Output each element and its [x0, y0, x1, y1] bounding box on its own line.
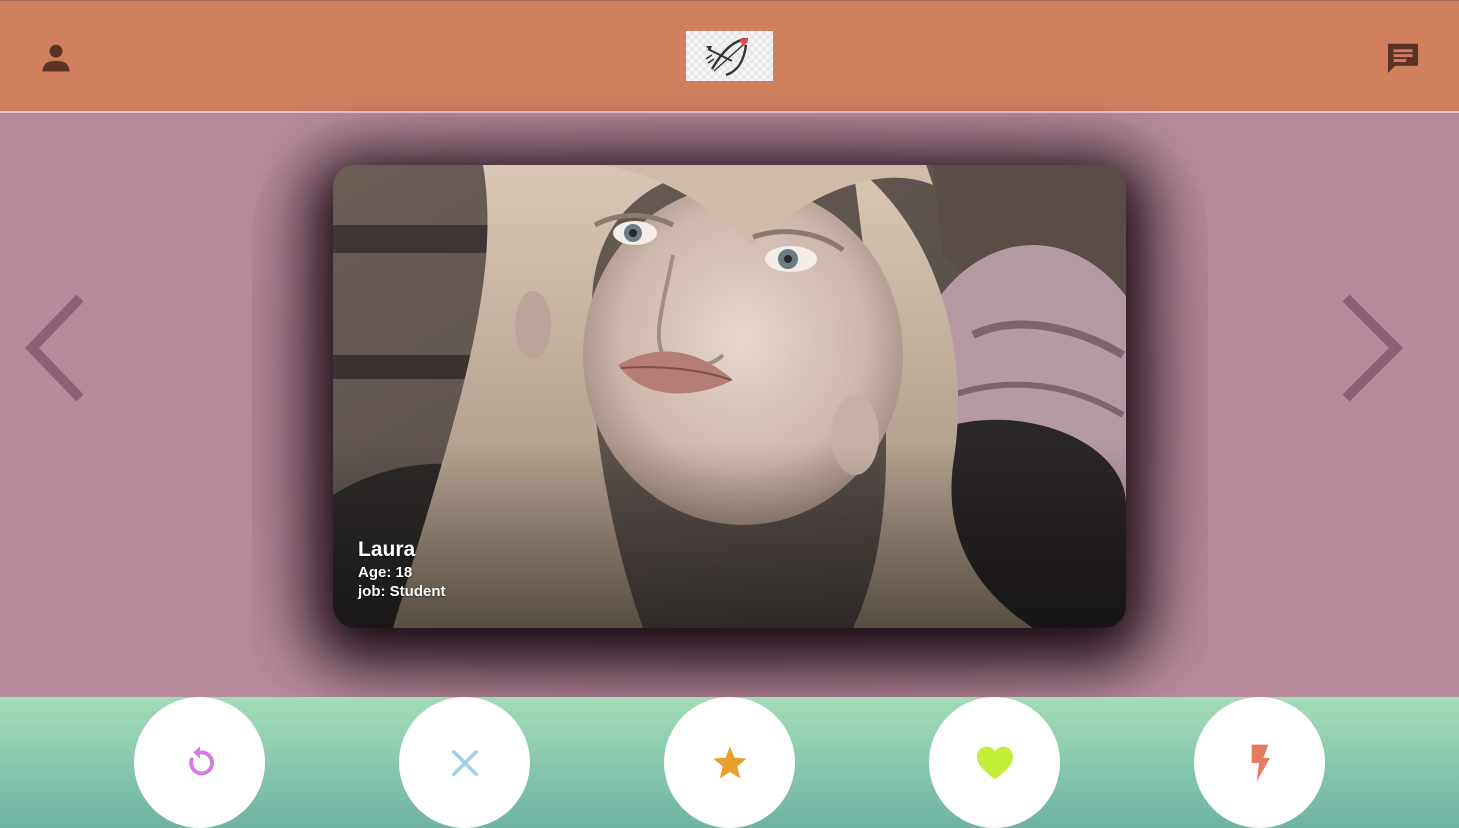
close-icon — [451, 749, 478, 776]
profile-card[interactable]: Laura Age: 18 job: Student — [333, 165, 1126, 628]
chevron-right-icon — [1342, 294, 1404, 402]
next-profile-button[interactable] — [1338, 293, 1408, 403]
rewind-icon — [188, 746, 214, 775]
profile-age: Age: 18 — [358, 564, 413, 581]
boost-button[interactable] — [1194, 697, 1325, 828]
profile-photo — [333, 165, 1126, 628]
profile-job: job: Student — [358, 583, 446, 600]
profile-button[interactable] — [30, 35, 82, 81]
previous-profile-button[interactable] — [22, 293, 92, 403]
lightning-icon — [1251, 744, 1270, 781]
like-button[interactable] — [929, 697, 1060, 828]
super-like-button[interactable] — [664, 697, 795, 828]
chat-message-icon — [1387, 43, 1419, 74]
app-logo[interactable] — [686, 31, 773, 81]
card-stage: Laura Age: 18 job: Student — [0, 113, 1459, 697]
star-icon — [712, 745, 747, 779]
chevron-left-icon — [25, 294, 84, 402]
rewind-button[interactable] — [134, 697, 265, 828]
messages-button[interactable] — [1376, 33, 1430, 83]
bow-and-arrow-heart-logo — [705, 37, 749, 77]
profile-name: Laura — [358, 538, 416, 561]
top-bar — [0, 0, 1459, 113]
nope-button[interactable] — [399, 697, 530, 828]
profile-info: Laura Age: 18 job: Student — [358, 537, 445, 601]
action-bar — [0, 697, 1459, 828]
heart-icon — [976, 746, 1013, 779]
person-icon — [42, 44, 70, 72]
